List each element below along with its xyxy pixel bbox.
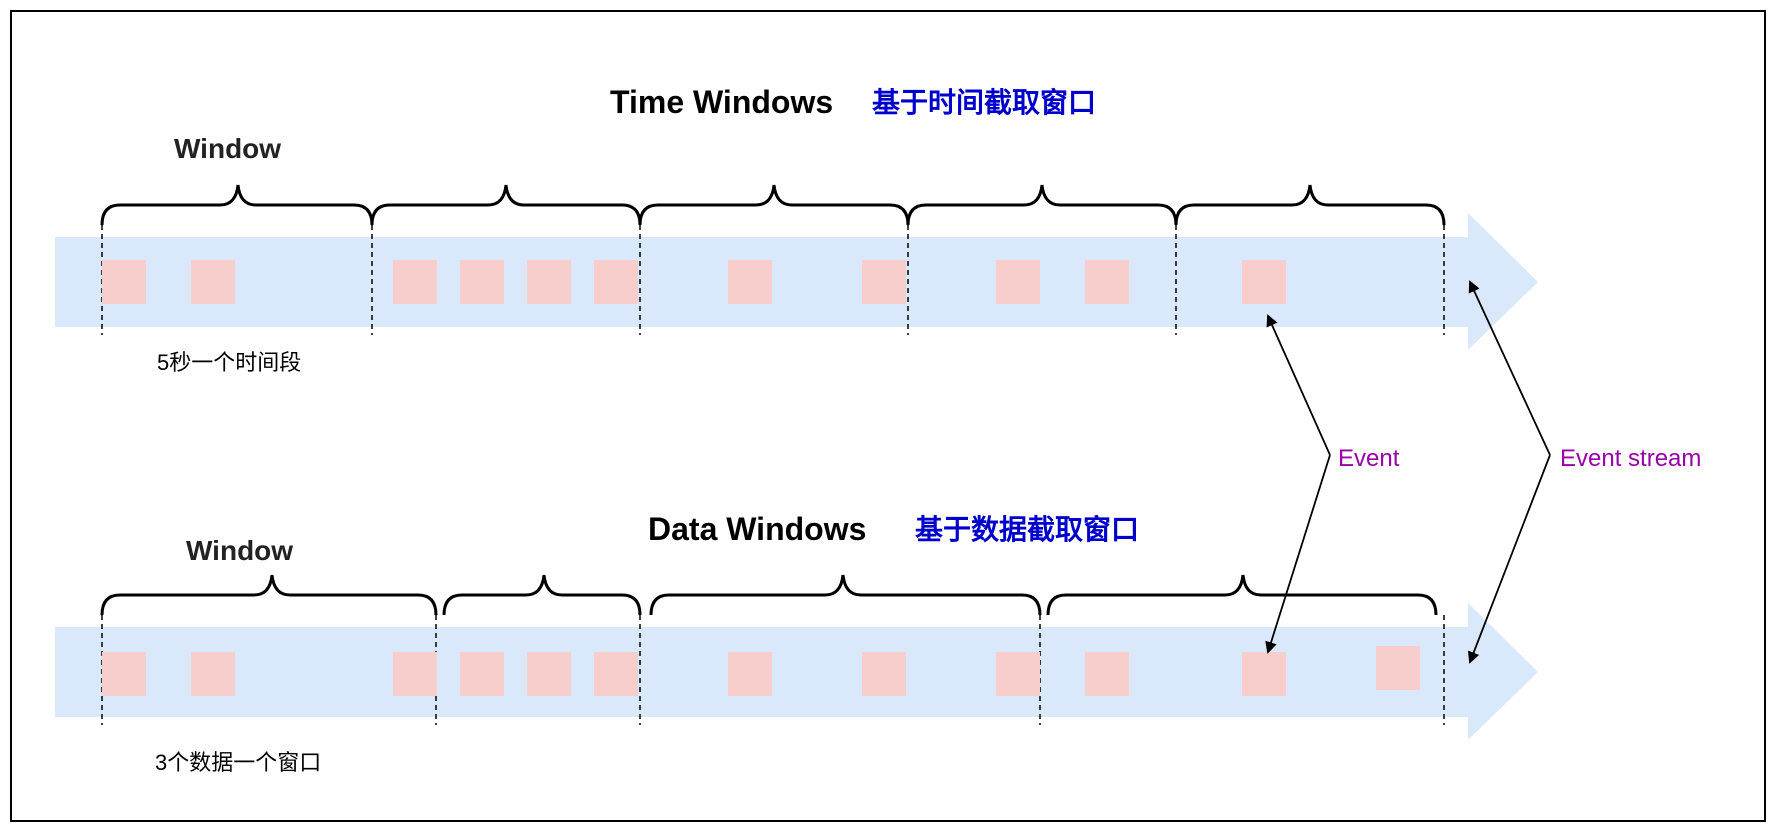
time-window-label: Window bbox=[174, 133, 281, 164]
time-windows-caption: 5秒一个时间段 bbox=[157, 350, 301, 375]
time-event bbox=[102, 260, 146, 304]
time-event bbox=[191, 260, 235, 304]
data-window-brace-1 bbox=[100, 574, 438, 616]
data-window-brace-3 bbox=[649, 574, 1042, 616]
time-event bbox=[594, 260, 638, 304]
data-windows-title-cn: 基于数据截取窗口 bbox=[915, 513, 1139, 545]
time-window-brace-5 bbox=[1174, 184, 1446, 226]
data-window-brace-2 bbox=[442, 574, 642, 616]
data-event bbox=[1376, 646, 1420, 690]
data-window-brace-4 bbox=[1046, 574, 1438, 616]
data-event bbox=[996, 652, 1040, 696]
time-event bbox=[1242, 260, 1286, 304]
event-label: Event bbox=[1338, 445, 1400, 472]
time-event bbox=[862, 260, 906, 304]
time-event bbox=[728, 260, 772, 304]
data-event-stream bbox=[55, 603, 1538, 740]
windows-diagram: Time Windows 基于时间截取窗口 Window 5秒一个时间段 Dat… bbox=[55, 84, 1701, 775]
data-event bbox=[1242, 652, 1286, 696]
time-window-brace-4 bbox=[906, 184, 1178, 226]
data-event bbox=[393, 652, 437, 696]
data-windows-section: Data Windows 基于数据截取窗口 Window 3个数据一个窗口 bbox=[55, 511, 1538, 775]
time-event bbox=[393, 260, 437, 304]
time-window-brace-3 bbox=[638, 184, 910, 226]
time-event-stream bbox=[55, 213, 1538, 350]
time-window-brace-1 bbox=[100, 184, 374, 226]
data-event bbox=[862, 652, 906, 696]
event-arrow-top bbox=[1266, 314, 1331, 456]
data-event bbox=[527, 652, 571, 696]
data-event bbox=[728, 652, 772, 696]
data-windows-caption: 3个数据一个窗口 bbox=[155, 750, 321, 775]
time-window-brace-2 bbox=[370, 184, 642, 226]
time-event bbox=[527, 260, 571, 304]
time-event bbox=[1085, 260, 1129, 304]
data-event bbox=[191, 652, 235, 696]
time-event bbox=[996, 260, 1040, 304]
event-stream-arrow-bottom bbox=[1468, 454, 1551, 664]
event-stream-annotation: Event stream bbox=[1468, 280, 1701, 664]
time-windows-section: Time Windows 基于时间截取窗口 Window 5秒一个时间段 bbox=[55, 84, 1538, 375]
data-windows-title: Data Windows bbox=[648, 511, 866, 547]
data-event bbox=[594, 652, 638, 696]
data-event bbox=[1085, 652, 1129, 696]
data-event bbox=[102, 652, 146, 696]
data-event bbox=[460, 652, 504, 696]
time-event bbox=[460, 260, 504, 304]
time-windows-title-cn: 基于时间截取窗口 bbox=[872, 86, 1096, 118]
event-arrow-bottom bbox=[1265, 454, 1331, 654]
event-stream-label: Event stream bbox=[1560, 445, 1701, 472]
time-windows-title: Time Windows bbox=[610, 84, 833, 120]
event-annotation: Event bbox=[1265, 314, 1400, 654]
data-window-label: Window bbox=[186, 535, 293, 566]
